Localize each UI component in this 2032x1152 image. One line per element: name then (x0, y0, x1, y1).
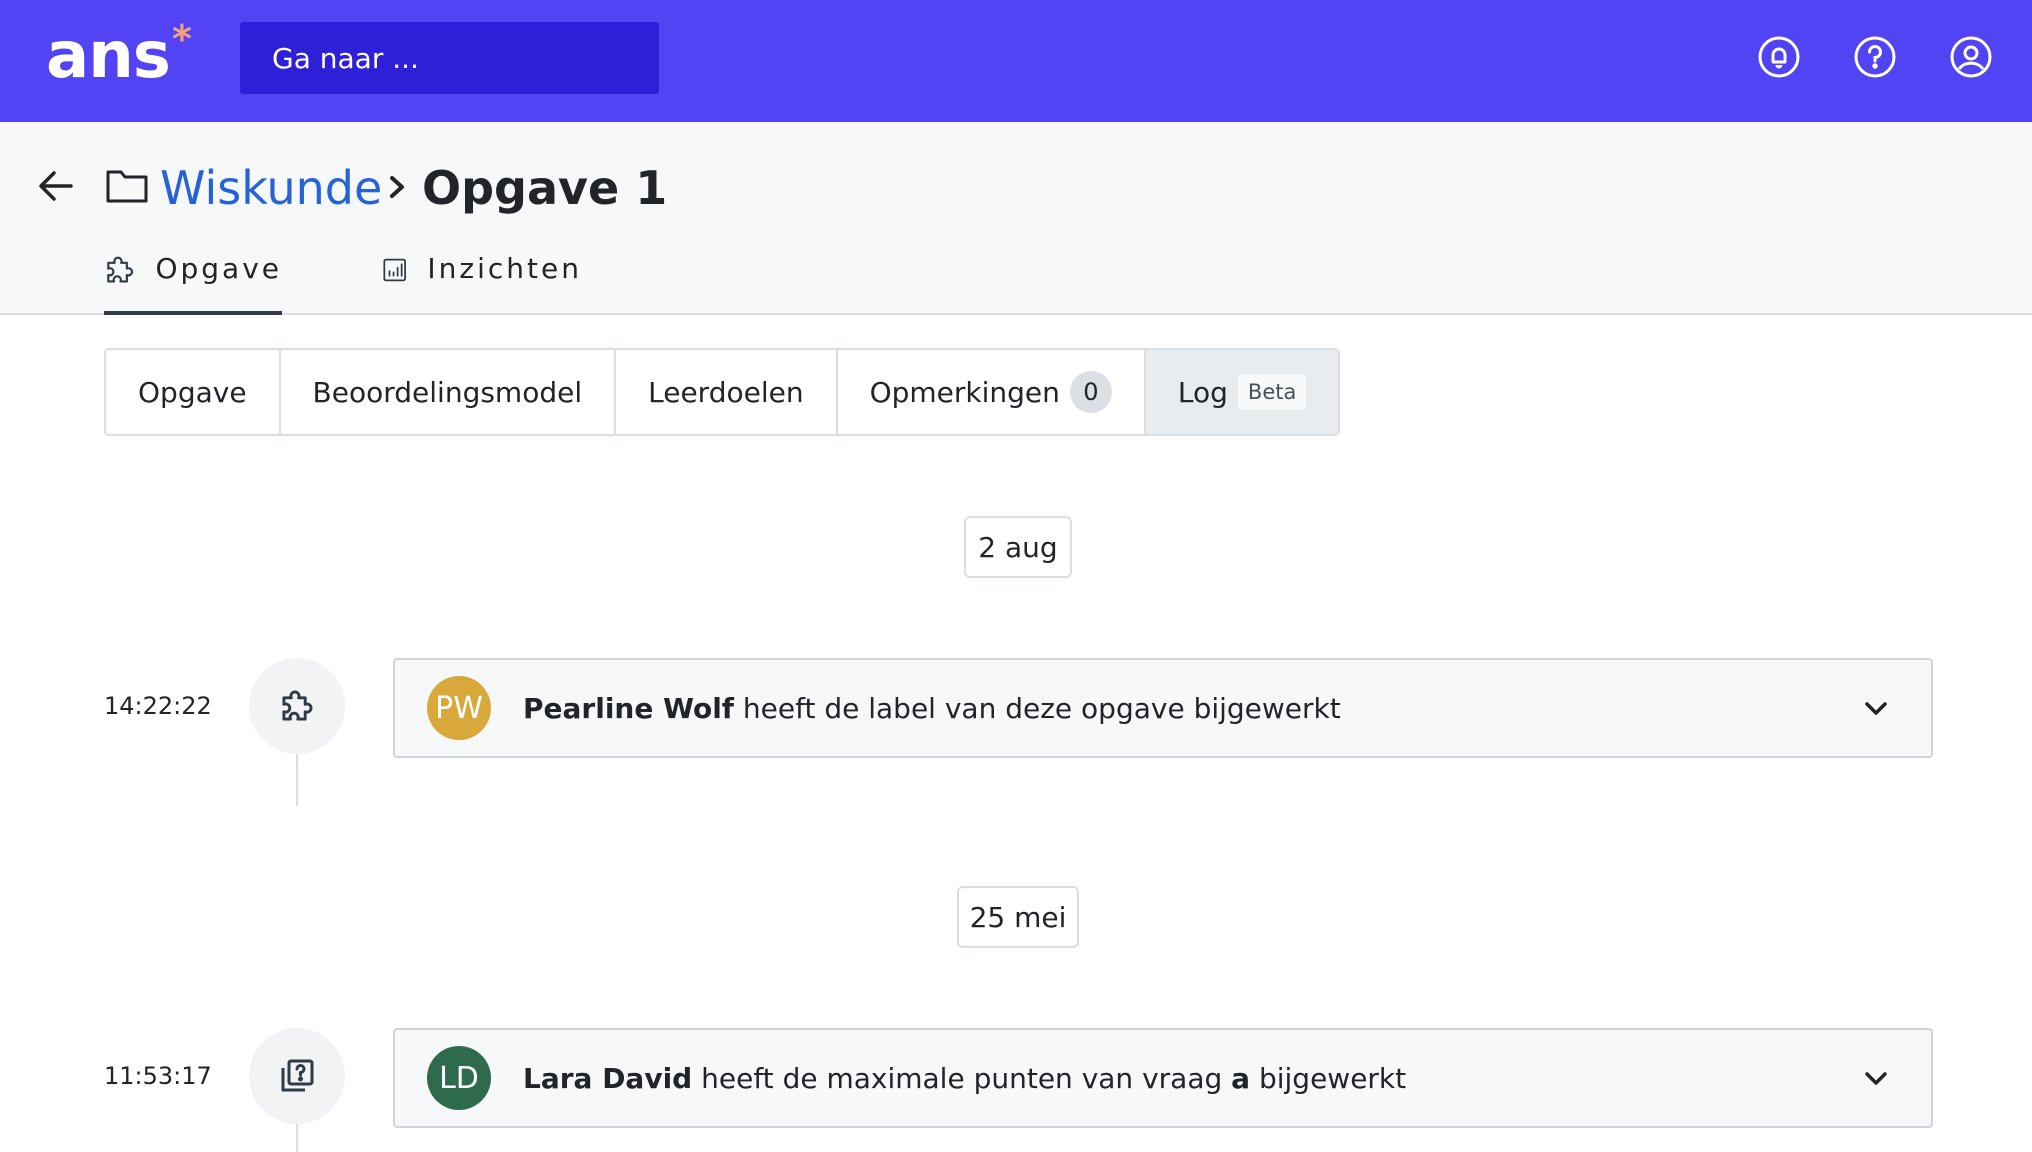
date-separator: 2 aug (964, 516, 1072, 578)
page-title: Opgave 1 (422, 161, 668, 215)
log-event-type (249, 1028, 345, 1124)
page-header: Wiskunde Opgave 1 Opgave Inzichten (0, 122, 2032, 315)
log-entry-card[interactable]: LD Lara David heeft de maximale punten v… (393, 1028, 1933, 1128)
ans-logo[interactable]: ans (46, 16, 171, 96)
beta-badge: Beta (1237, 374, 1307, 410)
log-user-name: Lara David (523, 1061, 693, 1095)
top-navigation-bar: ans * Ga naar ... (0, 0, 2032, 122)
log-user-name: Pearline Wolf (523, 691, 734, 725)
folder-icon (106, 170, 148, 203)
tab-opgave[interactable]: Opgave (104, 242, 282, 315)
subtab-leerdoelen[interactable]: Leerdoelen (616, 350, 838, 434)
avatar: PW (427, 676, 491, 740)
breadcrumb-folder-link[interactable]: Wiskunde (160, 160, 382, 216)
log-event-type (249, 658, 345, 754)
chevron-down-icon[interactable] (1861, 694, 1891, 724)
tab-label: Inzichten (427, 252, 582, 285)
puzzle-icon (107, 256, 134, 283)
puzzle-icon (282, 690, 313, 721)
log-entry-text: Lara David heeft de maximale punten van … (523, 1062, 1406, 1095)
logo-asterisk: * (172, 17, 192, 61)
subtab-log[interactable]: Log Beta (1145, 350, 1339, 434)
subtab-opmerkingen[interactable]: Opmerkingen 0 (838, 350, 1146, 434)
timeline-line (296, 1124, 298, 1152)
sub-tab-group: Opgave Beoordelingsmodel Leerdoelen Opme… (104, 348, 1341, 436)
notification-bell-icon[interactable] (1757, 35, 1801, 79)
subtab-label: Log (1177, 375, 1228, 409)
subtab-label: Opmerkingen (869, 375, 1060, 409)
log-action: heeft de maximale punten van vraag (692, 1061, 1232, 1095)
question-stack-icon (281, 1059, 314, 1092)
subtab-beoordelingsmodel[interactable]: Beoordelingsmodel (281, 350, 617, 434)
back-arrow-icon[interactable] (36, 166, 76, 206)
user-account-icon[interactable] (1949, 35, 1993, 79)
log-question-id: a (1231, 1061, 1251, 1095)
subtab-opgave[interactable]: Opgave (106, 350, 281, 434)
log-time: 11:53:17 (104, 1062, 212, 1090)
timeline-line (296, 754, 298, 806)
comment-count-badge: 0 (1069, 371, 1112, 413)
search-input[interactable]: Ga naar ... (240, 22, 659, 94)
log-time: 14:22:22 (104, 692, 212, 720)
tab-inzichten[interactable]: Inzichten (382, 242, 582, 315)
avatar: LD (427, 1046, 491, 1110)
date-separator: 25 mei (957, 886, 1079, 948)
chevron-right-icon (390, 176, 404, 198)
log-action: bijgewerkt (1250, 1061, 1407, 1095)
bar-chart-icon (383, 258, 406, 282)
log-action: heeft de label van deze opgave bijgewerk… (733, 691, 1341, 725)
help-icon[interactable] (1853, 35, 1897, 79)
tab-label: Opgave (155, 252, 282, 285)
log-entry-text: Pearline Wolf heeft de label van deze op… (523, 692, 1341, 725)
chevron-down-icon[interactable] (1861, 1064, 1891, 1094)
log-entry-card[interactable]: PW Pearline Wolf heeft de label van deze… (393, 658, 1933, 758)
search-placeholder: Ga naar ... (272, 41, 419, 75)
